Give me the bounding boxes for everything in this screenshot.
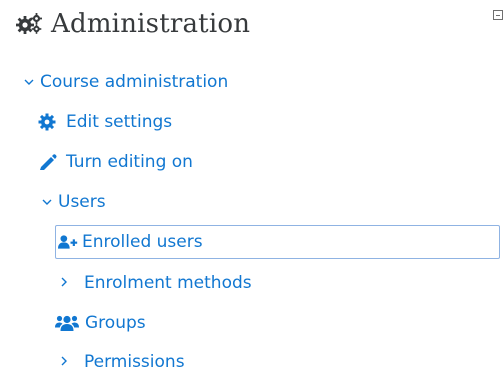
nav-groups[interactable]: Groups: [55, 308, 146, 338]
nav-enrolment-methods-label: Enrolment methods: [84, 273, 252, 293]
users-icon: [55, 315, 79, 331]
chevron-down-icon: [24, 75, 40, 90]
nav-permissions-label: Permissions: [84, 352, 185, 372]
nav-edit-settings[interactable]: Edit settings: [38, 107, 172, 137]
nav-course-administration-label: Course administration: [40, 72, 229, 92]
nav-enrolment-methods[interactable]: Enrolment methods: [60, 268, 252, 298]
chevron-down-icon: [42, 195, 58, 210]
gears-icon: [16, 13, 42, 34]
nav-groups-label: Groups: [85, 313, 146, 333]
nav-enrolled-users[interactable]: Enrolled users: [55, 225, 500, 259]
chevron-right-icon: [60, 276, 84, 291]
nav-enrolled-users-label: Enrolled users: [82, 232, 203, 252]
block-title: Administration: [51, 9, 251, 39]
block-header: Administration: [16, 4, 250, 44]
nav-users[interactable]: Users: [42, 187, 106, 217]
nav-users-label: Users: [58, 192, 106, 212]
pencil-icon: [40, 154, 57, 170]
nav-turn-editing-on-label: Turn editing on: [66, 152, 193, 172]
collapse-block-button[interactable]: [493, 10, 503, 20]
nav-course-administration[interactable]: Course administration: [24, 67, 228, 97]
user-plus-icon: [58, 235, 78, 249]
nav-edit-settings-label: Edit settings: [66, 112, 173, 132]
chevron-right-icon: [60, 355, 84, 370]
nav-turn-editing-on[interactable]: Turn editing on: [38, 147, 193, 177]
gear-icon: [38, 113, 56, 131]
